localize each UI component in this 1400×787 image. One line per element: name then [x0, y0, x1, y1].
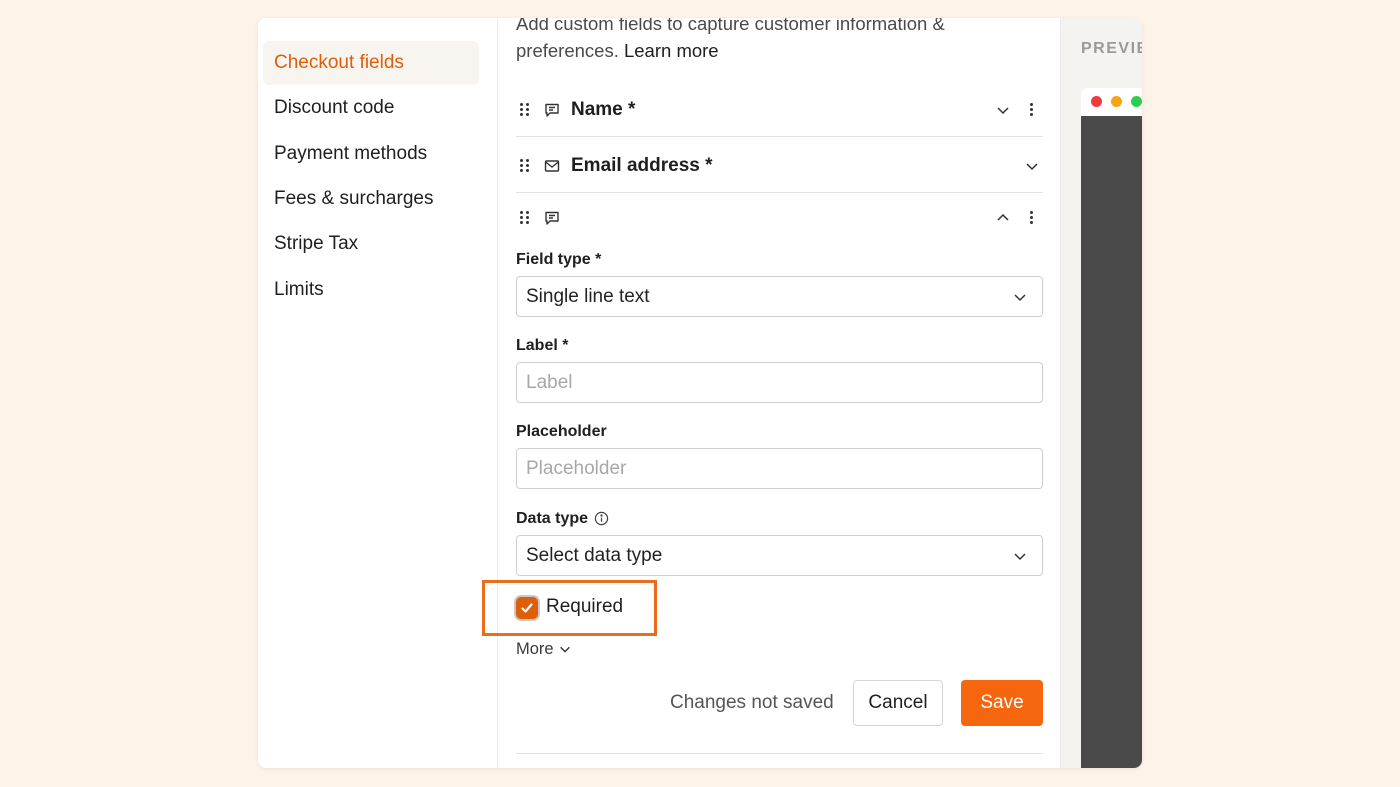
field-type-select[interactable]: Single line text	[516, 276, 1043, 317]
field-row-name[interactable]: Name *	[516, 83, 1043, 137]
settings-card: Checkout fields Discount code Payment me…	[258, 18, 1142, 768]
unsaved-status: Changes not saved	[670, 692, 834, 713]
placeholder-field-label: Placeholder	[516, 423, 607, 440]
preview-panel: PREVIEW	[1061, 18, 1142, 768]
preview-label: PREVIEW	[1081, 40, 1142, 57]
sidebar-item-discount-code[interactable]: Discount code	[263, 86, 479, 130]
field-title: Email address *	[571, 154, 713, 176]
sidebar-item-limits[interactable]: Limits	[263, 268, 479, 312]
intro-text: Add custom fields to capture customer in…	[516, 18, 1036, 64]
chevron-down-icon	[1014, 553, 1026, 561]
data-type-select[interactable]: Select data type	[516, 535, 1043, 576]
field-type-value: Single line text	[526, 286, 650, 307]
sidebar-item-stripe-tax[interactable]: Stripe Tax	[263, 222, 479, 266]
field-row-email[interactable]: Email address *	[516, 139, 1043, 193]
mail-icon	[544, 159, 560, 172]
label-field-label: Label *	[516, 337, 569, 354]
sidebar-item-checkout-fields[interactable]: Checkout fields	[263, 41, 479, 85]
message-square-icon	[545, 211, 559, 225]
settings-sidebar: Checkout fields Discount code Payment me…	[258, 18, 498, 768]
field-row-new[interactable]	[516, 195, 1043, 240]
intro-description: Add custom fields to capture customer in…	[516, 18, 945, 61]
window-minimize-dot	[1111, 96, 1122, 107]
drag-handle-icon[interactable]	[520, 158, 530, 173]
drag-handle-icon[interactable]	[520, 102, 530, 117]
preview-window-body	[1081, 116, 1142, 768]
required-label[interactable]: Required	[546, 596, 623, 618]
placeholder-input[interactable]: Placeholder	[516, 448, 1043, 489]
drag-handle-icon[interactable]	[520, 210, 530, 225]
divider	[516, 753, 1043, 754]
data-type-label: Data type	[516, 510, 609, 528]
checkmark-icon	[521, 603, 533, 613]
more-options-icon[interactable]	[1026, 102, 1036, 118]
chevron-down-icon	[1014, 294, 1026, 302]
required-checkbox[interactable]	[516, 597, 538, 619]
checkout-fields-panel: Add custom fields to capture customer in…	[482, 18, 1061, 768]
field-title: Name *	[571, 98, 636, 120]
learn-more-link[interactable]: Learn more	[624, 40, 719, 61]
sidebar-item-payment-methods[interactable]: Payment methods	[263, 132, 479, 176]
field-type-label: Field type *	[516, 251, 602, 268]
sidebar-item-fees-surcharges[interactable]: Fees & surcharges	[263, 177, 479, 221]
chevron-up-icon[interactable]	[995, 210, 1011, 226]
info-icon[interactable]	[594, 511, 609, 526]
label-input[interactable]: Label	[516, 362, 1043, 403]
more-options-icon[interactable]	[1026, 210, 1036, 226]
message-square-icon	[545, 103, 559, 117]
data-type-value: Select data type	[526, 545, 663, 566]
more-toggle[interactable]: More	[516, 640, 572, 659]
window-maximize-dot	[1131, 96, 1142, 107]
chevron-down-icon[interactable]	[1024, 158, 1040, 174]
preview-window-titlebar	[1081, 88, 1142, 116]
cancel-button[interactable]: Cancel	[853, 680, 943, 726]
more-label: More	[516, 640, 554, 658]
data-type-label-text: Data type	[516, 510, 589, 527]
window-close-dot	[1091, 96, 1102, 107]
chevron-down-icon	[559, 646, 570, 653]
chevron-down-icon[interactable]	[995, 102, 1011, 118]
save-button[interactable]: Save	[961, 680, 1043, 726]
